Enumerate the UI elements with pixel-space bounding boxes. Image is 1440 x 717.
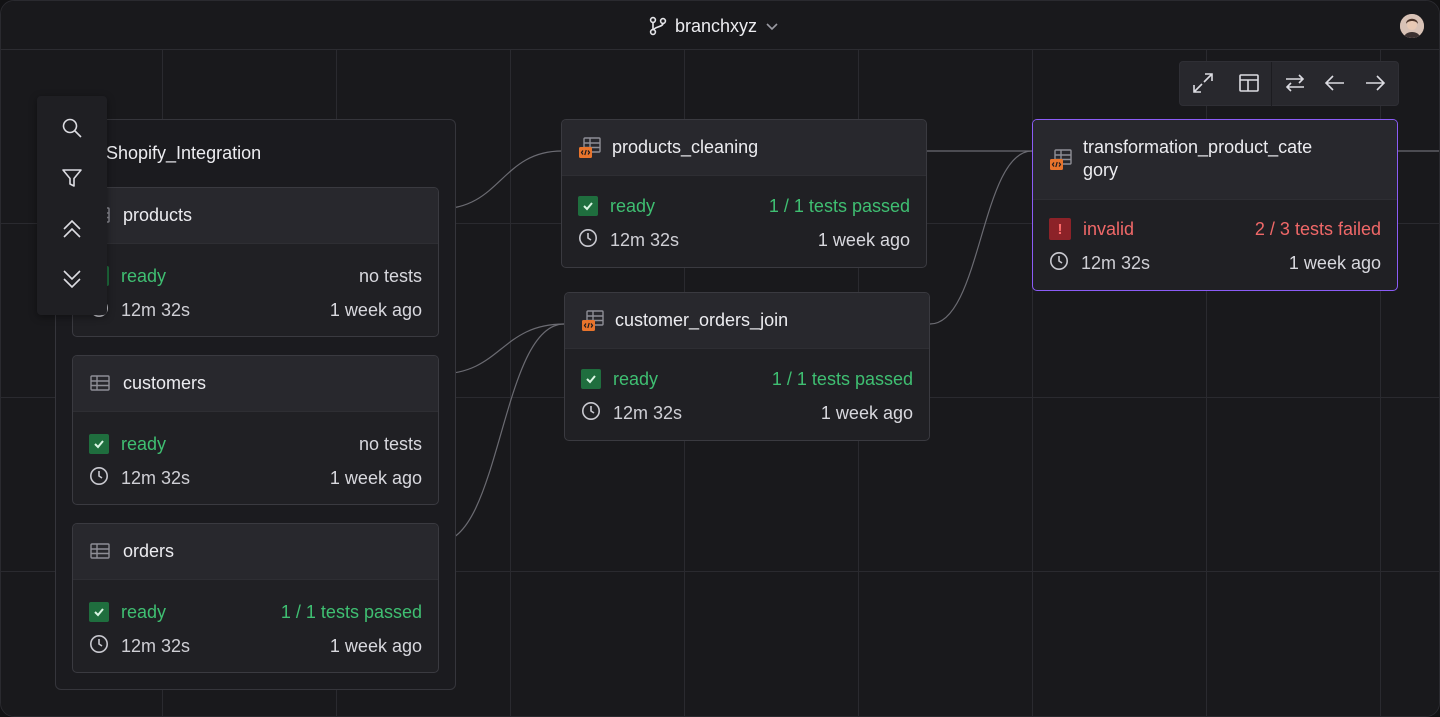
status-label: ready [613, 368, 659, 389]
tests-label: no tests [358, 265, 422, 286]
check-icon [581, 369, 601, 389]
expand-icon [1191, 71, 1215, 100]
tests-label: 2 / 3 tests failed [1254, 218, 1381, 239]
status-label: ready [610, 195, 656, 216]
duration-label: 12m 32s [613, 402, 683, 423]
canvas-toolbar [1179, 61, 1399, 107]
node-title: products_cleaning [612, 137, 759, 157]
updated-label: 1 week ago [820, 402, 913, 423]
node-customer-orders-join[interactable]: customer_orders_join ready 1 / 1 tests p… [564, 292, 930, 441]
layout-button[interactable] [1236, 72, 1262, 98]
group-title: Shopify_Integration [106, 143, 262, 163]
node-customers[interactable]: customers ready no tests 12m 32s 1 week … [72, 355, 439, 505]
clock-icon [1049, 251, 1069, 276]
node-title: products [123, 205, 193, 225]
node-products-cleaning[interactable]: products_cleaning ready 1 / 1 tests pass… [561, 119, 927, 268]
swap-direction-button[interactable] [1282, 72, 1308, 98]
check-icon [578, 196, 598, 216]
top-bar: branchxyz [1, 1, 1439, 50]
table-icon [89, 540, 111, 562]
check-icon [89, 434, 109, 454]
arrow-left-icon [1323, 71, 1347, 100]
table-icon [89, 372, 111, 394]
navigate-forward-button[interactable] [1362, 72, 1388, 98]
node-title-line-2: gory [1083, 160, 1119, 180]
search-icon [61, 117, 83, 144]
swap-icon [1283, 71, 1307, 100]
tests-label: 1 / 1 tests passed [280, 601, 422, 622]
tests-label: 1 / 1 tests passed [771, 368, 913, 389]
fullscreen-button[interactable] [1190, 72, 1216, 98]
transform-table-icon [578, 136, 601, 158]
updated-label: 1 week ago [329, 467, 422, 488]
updated-label: 1 week ago [817, 229, 910, 250]
check-icon [89, 602, 109, 622]
clock-icon [578, 228, 598, 253]
clock-icon [89, 466, 109, 491]
node-products[interactable]: products ready no tests 12m 32s 1 week a… [72, 187, 439, 337]
status-label: ready [121, 433, 167, 454]
error-icon: ! [1049, 218, 1071, 240]
chevrons-up-icon [61, 218, 83, 245]
clock-icon [581, 401, 601, 426]
node-title-line-1: transformation_product_cate [1083, 137, 1313, 157]
filter-icon [61, 167, 83, 194]
expand-all-button[interactable] [59, 268, 85, 294]
chevrons-down-icon [61, 268, 83, 295]
toolbar-divider [1271, 62, 1272, 107]
tests-label: 1 / 1 tests passed [768, 195, 910, 216]
filter-button[interactable] [59, 167, 85, 193]
duration-label: 12m 32s [610, 229, 680, 250]
canvas-sidebar [37, 96, 107, 315]
navigate-back-button[interactable] [1322, 72, 1348, 98]
clock-icon [89, 634, 109, 659]
duration-label: 12m 32s [121, 299, 191, 320]
transform-table-icon [1049, 148, 1072, 170]
branch-name: branchxyz [675, 15, 758, 36]
transform-table-icon [581, 309, 604, 331]
node-title: customers [123, 373, 207, 393]
duration-label: 12m 32s [1081, 252, 1151, 273]
layout-icon [1237, 71, 1261, 100]
tests-label: no tests [358, 433, 422, 454]
node-transformation-product-category[interactable]: transformation_product_cate gory ! inval… [1032, 119, 1398, 291]
node-orders[interactable]: orders ready 1 / 1 tests passed 12m 32s … [72, 523, 439, 673]
status-label: invalid [1083, 218, 1135, 239]
node-title: customer_orders_join [615, 310, 789, 330]
search-button[interactable] [59, 117, 85, 143]
arrow-right-icon [1363, 71, 1387, 100]
branch-selector[interactable]: branchxyz [649, 14, 779, 38]
git-branch-icon [649, 16, 667, 36]
user-avatar[interactable] [1400, 14, 1424, 38]
status-label: ready [121, 265, 167, 286]
duration-label: 12m 32s [121, 467, 191, 488]
node-title: orders [123, 541, 175, 561]
duration-label: 12m 32s [121, 635, 191, 656]
updated-label: 1 week ago [329, 299, 422, 320]
updated-label: 1 week ago [329, 635, 422, 656]
chevron-down-icon [765, 21, 779, 31]
lineage-app: branchxyz Shopify_Integration products r… [0, 0, 1440, 717]
collapse-all-button[interactable] [59, 218, 85, 244]
node-title: transformation_product_cate gory [1083, 136, 1312, 182]
status-label: ready [121, 601, 167, 622]
updated-label: 1 week ago [1288, 252, 1381, 273]
